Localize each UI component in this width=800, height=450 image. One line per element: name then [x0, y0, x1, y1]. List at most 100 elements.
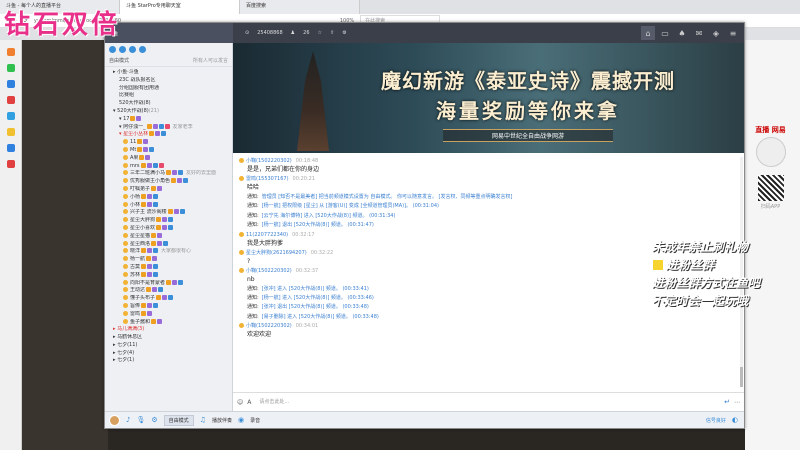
browser-tab[interactable]: 百度搜索 [240, 0, 360, 14]
speaker-icon[interactable]: ♪ [126, 416, 130, 424]
manage-icon[interactable] [129, 45, 136, 53]
channel-item[interactable]: ▸ 乌鹤休息区 [107, 334, 230, 342]
app-icon[interactable] [7, 160, 15, 168]
channel-item[interactable]: 星尘星猫 [107, 232, 230, 241]
promo-banner[interactable]: 魔幻新游《泰亚史诗》震撼开测 海量奖励等你来拿 网易中世纪全自由战争网游 [233, 43, 744, 153]
channel-item[interactable]: 叮嘱弟子 [107, 185, 230, 194]
channel-item[interactable]: 苏林 [107, 271, 230, 280]
sender-name[interactable]: 小鞠(1502220302) [246, 158, 292, 164]
channel-item[interactable]: 小林 [107, 201, 230, 210]
channel-item[interactable]: 星尘小喜欢 [107, 224, 230, 233]
channel-item[interactable]: 23C 战队报名区 [107, 77, 230, 85]
emoji-icon[interactable]: ☺ [237, 399, 243, 406]
record-label[interactable]: 录音 [250, 417, 260, 424]
sender-name[interactable]: 11(2207722340) [246, 232, 288, 238]
search-icon[interactable] [119, 45, 126, 53]
game-icon[interactable]: ♠ [675, 26, 689, 40]
notice-text: [云宁先 海尔博特] 进入 [520大作战(8)] 频道。 (00:31:34) [261, 212, 396, 219]
system-notice: 通知: [易子删除] 进入 [520大作战(8)] 频道。 (00:33:48) [239, 313, 738, 322]
send-button[interactable]: ↵ [724, 398, 730, 406]
chat-message: 雷鸣(155307167) 00:20:21 哈哈 [239, 175, 738, 192]
scroll-thumb[interactable] [740, 367, 743, 387]
channel-item[interactable]: 三年二班满小马 友好的去里面 [107, 170, 230, 178]
right-ad[interactable]: 直播 网易 扫码APP [748, 125, 793, 210]
star-icon[interactable]: ☆ [318, 30, 322, 36]
channel-item[interactable]: 王动达 [107, 287, 230, 295]
channel-item[interactable]: 520大作战(8) [107, 100, 230, 108]
channel-item[interactable]: 旨俸 [107, 302, 230, 311]
sender-name[interactable]: 小鞠(1502220302) [246, 268, 292, 274]
banner-tagline: 网易中世纪全自由战争网游 [443, 129, 613, 142]
badge-icon [141, 271, 147, 277]
channel-item[interactable]: 小杨 [107, 193, 230, 202]
channel-item[interactable]: mrs [107, 162, 230, 171]
music-label[interactable]: 播放伴奏 [212, 417, 232, 424]
channel-item[interactable]: ▸ 七夕(11) [107, 342, 230, 350]
channel-item[interactable]: 懂子头布子 [107, 295, 230, 303]
dice-icon[interactable]: ◈ [709, 26, 723, 40]
share-icon[interactable]: ⇪ [330, 30, 334, 36]
settings-icon[interactable]: ⚙ [342, 30, 346, 36]
channel-item[interactable]: 比赛组 [107, 92, 230, 100]
channel-item[interactable]: ▾ 星尘小丛林 [107, 131, 230, 139]
channel-item[interactable]: ▸ 七夕(1) [107, 357, 230, 365]
channel-item[interactable]: ▸ 小鱼·斗鱼 [107, 69, 230, 77]
channel-item[interactable]: 星尘西洛 [107, 240, 230, 249]
channel-item[interactable]: 杨一航 [107, 256, 230, 264]
mode-button[interactable]: 自由模式 [163, 414, 194, 426]
channel-item[interactable]: ▾ 520大作战(8)(21) [107, 108, 230, 116]
browser-tab-active[interactable]: 斗鱼 StarPro专用聊天室 [120, 0, 240, 14]
channel-label: 11 [130, 139, 137, 146]
menu-icon[interactable]: ≡ [726, 26, 740, 40]
sender-name[interactable]: 雷鸣(155307167) [246, 176, 289, 182]
channel-item[interactable]: 向阳不是育蒙者 [107, 279, 230, 288]
channel-item[interactable]: ▸ 七夕(4) [107, 350, 230, 358]
font-icon[interactable]: A [247, 399, 251, 406]
channel-item[interactable]: Mt [107, 146, 230, 155]
sender-name[interactable]: 星尘大胖狗(2621694207) [246, 250, 307, 256]
app-icon[interactable] [7, 48, 15, 56]
channel-item[interactable]: 古莫 [107, 263, 230, 272]
channel-label: 星尘西洛 [130, 240, 151, 247]
gift-icon[interactable]: ✉ [692, 26, 706, 40]
more-icon[interactable]: ⋯ [734, 399, 740, 406]
notice-text: [张冲] 进入 [520大作战(8)] 频道。 (00:33:41) [261, 285, 369, 292]
mic-icon[interactable]: 🎙 [136, 416, 145, 424]
music-icon[interactable]: ♫ [200, 416, 206, 424]
channel-item[interactable]: 优秀服做主小角色 [107, 178, 230, 186]
channel-item[interactable]: 兴子主 流沙阁楼 [107, 209, 230, 217]
settings-icon[interactable]: ⚙ [151, 416, 157, 424]
app-icon[interactable] [7, 80, 15, 88]
badge-icon [162, 217, 168, 223]
channel-item[interactable]: 分组国服有团用通 [107, 85, 230, 93]
message-body: 欢迎欢迎 [247, 331, 272, 339]
channel-item[interactable]: 鱼子酱和 [107, 318, 230, 327]
user-status-icon [123, 318, 128, 324]
volume-icon[interactable]: ◐ [732, 416, 738, 424]
sender-name[interactable]: 小鞠(1502220302) [246, 323, 292, 329]
message-body: 哈哈 [247, 184, 260, 191]
home-icon[interactable]: ⌂ [641, 26, 655, 40]
chat-icon[interactable]: ▭ [658, 26, 672, 40]
app-icon[interactable] [7, 128, 15, 136]
channel-item[interactable]: ▸ 马儿满满(3) [107, 326, 230, 334]
channel-item[interactable]: 晓洋 大家都很有心 [107, 248, 230, 256]
badge-icon [147, 248, 153, 254]
avatar[interactable] [109, 414, 120, 426]
app-icon[interactable] [7, 96, 15, 104]
list-icon[interactable] [139, 45, 146, 53]
chat-input[interactable]: 请点击此处... [255, 396, 720, 408]
app-icon[interactable] [7, 144, 15, 152]
app-icon[interactable] [7, 112, 15, 120]
channel-item[interactable]: 11 [107, 139, 230, 147]
app-icon[interactable] [7, 64, 15, 72]
channel-label: ▸ 七夕(11) [113, 341, 138, 348]
channel-item[interactable]: ▾ 阿仔浊一_ 友家老李 [107, 123, 230, 132]
channel-item[interactable]: A果 [107, 154, 230, 163]
channel-item[interactable]: 星尘大胖狗 [107, 217, 230, 225]
channel-item[interactable]: ▾ 17 [107, 115, 230, 124]
badge-icon [149, 146, 155, 152]
channel-item[interactable]: 雷鸣 [107, 310, 230, 319]
record-icon[interactable]: ◉ [238, 416, 244, 424]
user-icon[interactable] [109, 45, 116, 53]
